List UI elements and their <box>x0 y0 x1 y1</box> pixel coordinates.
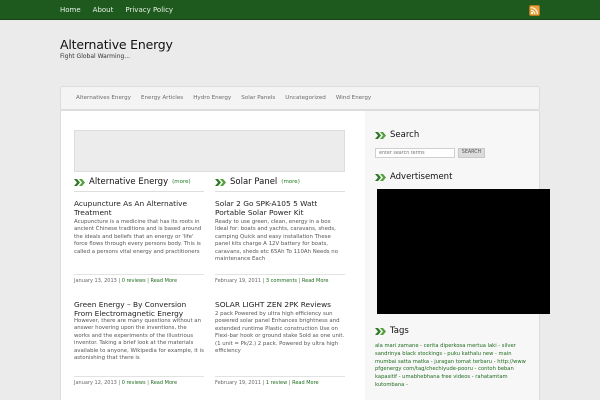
nav-home-link[interactable]: Home <box>60 6 81 14</box>
search-widget-header: Search <box>375 130 419 140</box>
section-header-alternative-energy: Alternative Energy (more) <box>74 177 191 187</box>
rss-icon[interactable] <box>529 5 540 16</box>
post-meta: January 12, 2013 | 0 reviews | Read More <box>74 376 204 386</box>
post-item: SOLAR LIGHT ZEN 2PK Reviews 2 pack Power… <box>215 300 345 355</box>
post-meta: February 19, 2011 | 3 comments | Read Mo… <box>215 274 345 284</box>
nav-about-link[interactable]: About <box>93 6 114 14</box>
post-date: February 19, 2011 | <box>215 380 265 386</box>
post-excerpt: 2 pack Powered by ultra high efficiency … <box>215 311 345 355</box>
top-ad-banner <box>74 130 345 172</box>
category-hydro-energy[interactable]: Hydro Energy <box>193 95 231 101</box>
advertisement-block[interactable] <box>377 189 550 314</box>
section-header-solar-panel: Solar Panel (more) <box>215 177 300 187</box>
post-date: February 19, 2011 | <box>215 278 265 284</box>
nav-privacy-policy-link[interactable]: Privacy Policy <box>125 6 173 14</box>
post-meta: January 13, 2013 | 0 reviews | Read More <box>74 274 204 284</box>
post-date: January 12, 2013 | <box>74 380 121 386</box>
post-excerpt: Ready to use green, clean, energy in a b… <box>215 219 339 263</box>
category-uncategorized[interactable]: Uncategorized <box>285 95 326 101</box>
read-more-link[interactable]: Read More <box>292 380 319 386</box>
post-date: January 13, 2013 | <box>74 278 121 284</box>
read-more-link[interactable]: Read More <box>302 278 329 284</box>
comments-link[interactable]: 3 comments <box>266 278 297 284</box>
category-alternatives-energy[interactable]: Alternatives Energy <box>76 95 131 101</box>
advertisement-widget-header: Advertisement <box>375 172 452 182</box>
post-excerpt: Acupuncture is a medicine that has its r… <box>74 219 202 255</box>
post-item: Solar 2 Go SPK-A105 5 Watt Portable Sola… <box>215 199 345 263</box>
category-navigation: Alternatives Energy Energy Articles Hydr… <box>60 86 540 110</box>
advertisement-widget-title: Advertisement <box>390 172 453 182</box>
search-button[interactable]: SEARCH <box>458 148 485 158</box>
category-wind-energy[interactable]: Wind Energy <box>336 95 371 101</box>
comments-link[interactable]: 0 reviews <box>122 278 146 284</box>
more-link[interactable]: (more) <box>281 179 300 185</box>
section-title[interactable]: Solar Panel <box>230 177 277 187</box>
category-energy-articles[interactable]: Energy Articles <box>141 95 183 101</box>
double-chevron-icon <box>375 327 387 335</box>
post-title[interactable]: SOLAR LIGHT ZEN 2PK Reviews <box>215 300 345 309</box>
post-item: Acupuncture As An Alternative Treatment … <box>74 199 204 256</box>
tags-widget-title: Tags <box>390 326 409 336</box>
post-item: Green Energy – By Conversion From Electr… <box>74 300 204 362</box>
comments-link[interactable]: 0 reviews <box>122 380 146 386</box>
post-excerpt: However, there are many questions withou… <box>74 318 204 362</box>
meta-separator: | <box>298 278 301 284</box>
section-divider <box>74 191 204 192</box>
meta-separator: | <box>147 278 149 284</box>
double-chevron-icon <box>215 178 227 186</box>
meta-separator: | <box>147 380 149 386</box>
section-divider <box>215 191 345 192</box>
double-chevron-icon <box>74 178 86 186</box>
section-title[interactable]: Alternative Energy <box>89 177 168 187</box>
read-more-link[interactable]: Read More <box>150 380 177 386</box>
comments-link[interactable]: 1 review <box>266 380 287 386</box>
read-more-link[interactable]: Read More <box>150 278 177 284</box>
site-description: Fight Global Warming... <box>60 53 131 60</box>
post-meta: February 19, 2011 | 1 review | Read More <box>215 376 345 386</box>
tag-cloud[interactable]: ala mari zamane - cerita diperkosa mertu… <box>375 343 530 390</box>
post-title[interactable]: Solar 2 Go SPK-A105 5 Watt Portable Sola… <box>215 199 345 217</box>
site-title[interactable]: Alternative Energy <box>60 37 173 52</box>
post-title[interactable]: Acupuncture As An Alternative Treatment <box>74 199 204 217</box>
tags-widget-header: Tags <box>375 326 409 336</box>
meta-separator: | <box>288 380 291 386</box>
search-widget-title: Search <box>390 130 420 140</box>
category-solar-panels[interactable]: Solar Panels <box>241 95 275 101</box>
search-input[interactable] <box>375 148 455 158</box>
top-navigation: Home About Privacy Policy <box>60 0 185 20</box>
more-link[interactable]: (more) <box>172 179 191 185</box>
double-chevron-icon <box>375 173 387 181</box>
double-chevron-icon <box>375 131 387 139</box>
post-title[interactable]: Green Energy – By Conversion From Electr… <box>74 300 204 318</box>
